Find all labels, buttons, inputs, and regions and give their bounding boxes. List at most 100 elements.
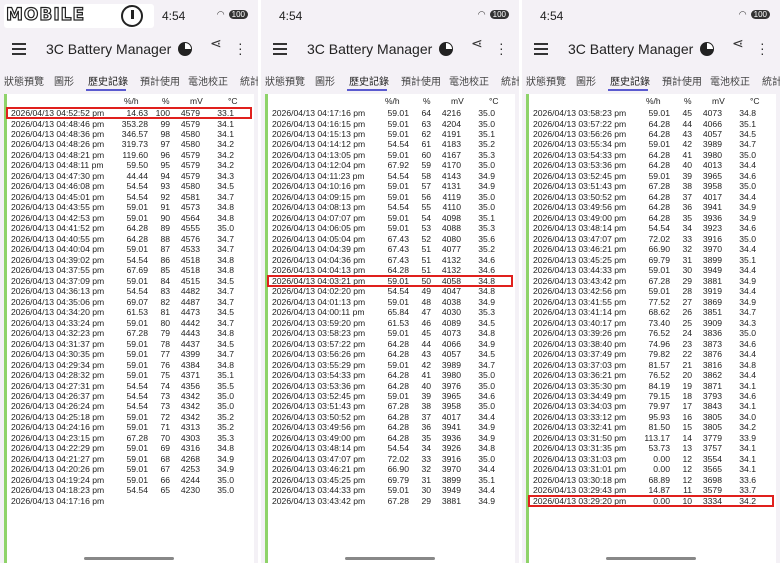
tab-calibrate[interactable]: 電池校正 [188,73,228,88]
row-time: 2026/04/13 04:33:24 pm [11,317,105,328]
tab-graph[interactable]: 圖形 [315,73,335,88]
row-voltage: 3941 [702,202,722,213]
table-row: 2026/04/13 04:32:23 pm 67.28 79 4443 34.8 [4,328,254,338]
row-voltage: 3919 [702,286,722,297]
row-rate: 54.54 [126,380,148,391]
table-row: 2026/04/13 04:36:13 pm 54.54 83 4482 34.7 [4,286,254,296]
tab-calibrate[interactable]: 電池校正 [710,73,750,88]
tab-stats[interactable]: 統計 [240,73,258,88]
row-time: 2026/04/13 04:48:21 pm [11,149,105,160]
row-time: 2026/04/13 03:48:14 pm [533,223,627,234]
row-percent: 38 [421,401,431,412]
row-voltage: 4399 [180,349,200,359]
row-time: 2026/04/13 03:57:22 pm [533,118,627,129]
row-percent: 94 [160,170,170,181]
table-row: 2026/04/13 04:43:55 pm 59.01 91 4573 34.8 [4,202,254,212]
row-percent: 62 [421,129,431,139]
row-rate: 61.53 [387,317,409,328]
row-voltage: 4167 [441,149,461,160]
share-icon[interactable]: ⋖ [471,36,483,57]
row-percent: 34 [682,223,692,234]
tab-status[interactable]: 狀態預覽 [526,73,566,88]
row-voltage: 4170 [441,160,461,171]
row-voltage: 4580 [180,129,200,139]
tab-stats[interactable]: 統計 [501,73,519,88]
pie-chart-icon[interactable] [439,42,453,56]
row-time: 2026/04/13 03:58:23 pm [533,108,627,118]
row-voltage: 4573 [180,202,200,213]
tab-stats[interactable]: 統計 [762,73,780,88]
row-voltage: 3805 [702,411,722,422]
table-row: 2026/04/13 03:58:23 pm 59.01 45 4073 34.8 [526,108,776,118]
row-percent: 73 [160,401,170,412]
row-time: 2026/04/13 04:13:05 pm [272,149,366,160]
row-percent: 28 [682,286,692,297]
tab-estimate[interactable]: 預計使用 [140,73,180,88]
history-table[interactable]: %/h% mV °C 2026/04/13 04:52:52 pm 14.63 100 45… [4,94,254,563]
row-time: 2026/04/13 04:36:13 pm [11,286,105,297]
row-time: 2026/04/13 04:16:15 pm [272,118,366,129]
history-table[interactable]: %/h% mV °C 2026/04/13 04:17:16 pm 59.01 64 421… [265,94,515,563]
row-percent: 43 [421,349,431,359]
tab-estimate[interactable]: 預計使用 [662,73,702,88]
history-table[interactable]: %/h% mV °C 2026/04/13 03:58:23 pm 59.01 45 407… [526,94,776,563]
row-voltage: 4342 [180,411,200,422]
row-percent: 43 [682,129,692,139]
row-rate: 67.28 [648,181,670,192]
table-row: 2026/04/13 04:09:15 pm 59.01 56 4119 35.0 [265,192,515,202]
nav-handle[interactable] [606,557,696,560]
row-voltage: 3949 [441,485,461,496]
row-temp: 34.8 [217,254,234,265]
row-rate: 64.28 [648,191,670,202]
row-temp: 34.2 [217,139,234,150]
more-vert-icon[interactable]: · · · [760,36,765,60]
tab-history[interactable]: 歷史記錄 [349,73,389,88]
row-voltage: 4579 [180,118,200,129]
row-time: 2026/04/13 04:23:15 pm [11,432,105,443]
row-voltage: 3836 [702,328,722,339]
row-voltage: 4047 [441,286,461,297]
row-temp: 34.9 [478,296,495,307]
table-row: 2026/04/13 03:33:12 pm 95.93 16 3805 34.0 [526,412,776,422]
row-percent: 26 [682,307,692,318]
row-temp: 34.4 [739,370,756,380]
more-vert-icon[interactable]: · · · [499,36,504,60]
row-voltage: 3936 [441,432,461,443]
share-icon[interactable]: ⋖ [210,36,222,57]
battery-icon: 100 [750,10,770,19]
row-temp: 35.1 [478,212,495,223]
col-rate-header: %/h [124,96,139,106]
menu-icon[interactable] [534,43,548,55]
row-voltage: 4098 [441,212,461,223]
tab-calibrate[interactable]: 電池校正 [449,73,489,88]
row-voltage: 4244 [180,474,200,485]
table-row: 2026/04/13 04:47:30 pm 44.44 94 4579 34.3 [4,171,254,181]
tab-status[interactable]: 狀態預覽 [265,73,305,88]
row-percent: 58 [421,170,431,181]
tab-estimate[interactable]: 預計使用 [401,73,441,88]
row-time: 2026/04/13 04:08:13 pm [272,202,366,213]
row-percent: 36 [682,202,692,213]
tab-history[interactable]: 歷史記錄 [88,73,128,88]
row-time: 2026/04/13 03:31:50 pm [533,432,627,443]
status-time: 4:54 [279,9,303,23]
table-row: 2026/04/13 03:47:07 pm 72.02 33 3916 35.0 [265,454,515,464]
tab-status[interactable]: 狀態預覽 [4,73,44,88]
nav-handle[interactable] [345,557,435,560]
more-vert-icon[interactable]: · · · [238,36,243,60]
row-time: 2026/04/13 03:56:26 pm [533,129,627,139]
menu-icon[interactable] [12,43,26,55]
row-rate: 64.28 [387,265,409,276]
status-bar: 4:54 ◠ 100 [261,0,519,32]
tab-graph[interactable]: 圖形 [54,73,74,88]
row-temp: 34.2 [217,149,234,160]
pie-chart-icon[interactable] [700,42,714,56]
menu-icon[interactable] [273,43,287,55]
tab-history[interactable]: 歷史記錄 [610,73,650,88]
share-icon[interactable]: ⋖ [732,36,744,57]
row-temp: 35.0 [478,160,495,171]
nav-handle[interactable] [84,557,174,560]
pie-chart-icon[interactable] [178,42,192,56]
tab-graph[interactable]: 圖形 [576,73,596,88]
row-percent: 81 [160,307,170,318]
